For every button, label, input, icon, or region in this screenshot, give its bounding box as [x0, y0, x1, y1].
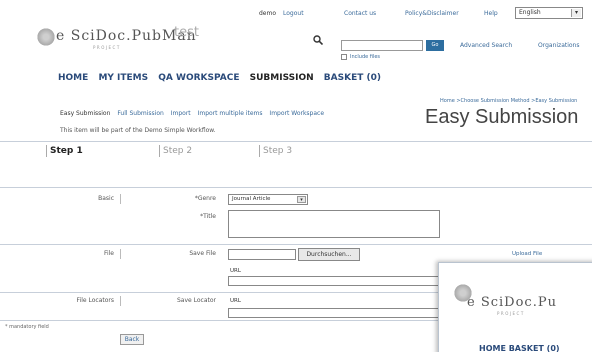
step-1: Step 1	[50, 146, 83, 156]
subnav-import-multiple[interactable]: Import multiple items	[198, 110, 263, 117]
popup-window[interactable]: e SciDoc.Pu PROJECT HOME BASKET (0)	[438, 262, 592, 352]
popup-nav[interactable]: HOME BASKET (0)	[479, 344, 560, 352]
nav-qa-workspace[interactable]: QA WORKSPACE	[158, 73, 239, 83]
top-bar: demo Logout Contact us Policy&Disclaimer…	[0, 0, 592, 20]
column-separator	[120, 194, 121, 204]
logo-subtitle: PROJECT	[93, 45, 121, 50]
instance-label: test	[174, 25, 199, 40]
search-icon[interactable]	[313, 35, 323, 45]
file-locators-label: File Locators	[76, 297, 114, 304]
mandatory-note: * mandatory field	[5, 324, 49, 330]
user-name: demo	[259, 10, 277, 17]
file-section-label: File	[103, 250, 114, 257]
divider	[0, 244, 592, 245]
subnav-easy-submission[interactable]: Easy Submission	[60, 110, 110, 117]
nav-basket[interactable]: BASKET (0)	[324, 73, 381, 83]
policy-link[interactable]: Policy&Disclaimer	[405, 10, 459, 17]
divider	[0, 187, 592, 188]
contact-link[interactable]: Contact us	[344, 10, 376, 17]
breadcrumb[interactable]: Home >Choose Submission Method >Easy Sub…	[440, 98, 577, 104]
language-value: English	[519, 9, 541, 16]
popup-logo-subtitle: PROJECT	[497, 311, 525, 316]
file-url-input[interactable]	[228, 276, 440, 286]
divider	[0, 141, 592, 142]
language-select[interactable]: English ▾	[515, 7, 583, 19]
page-title: Easy Submission	[425, 106, 579, 128]
file-path-input[interactable]	[228, 249, 296, 260]
subnav-import[interactable]: Import	[171, 110, 191, 117]
browse-button[interactable]: Durchsuchen...	[298, 248, 360, 261]
step-separator	[259, 145, 260, 157]
step-3: Step 3	[263, 146, 293, 156]
help-link[interactable]: Help	[484, 10, 498, 17]
locator-url-input[interactable]	[228, 308, 440, 318]
include-files-checkbox[interactable]	[341, 54, 347, 60]
organizations-link[interactable]: Organizations	[538, 42, 579, 49]
title-textarea[interactable]	[228, 210, 440, 238]
workflow-description: This item will be part of the Demo Simpl…	[60, 127, 216, 134]
nav-my-items[interactable]: MY ITEMS	[98, 73, 148, 83]
main-nav: HOME MY ITEMS QA WORKSPACE SUBMISSION BA…	[58, 73, 388, 83]
search-go-button[interactable]: Go	[426, 40, 444, 51]
advanced-search-link[interactable]: Advanced Search	[460, 42, 512, 49]
subnav-full-submission[interactable]: Full Submission	[117, 110, 164, 117]
genre-value: Journal Article	[232, 196, 271, 202]
logo-icon	[36, 27, 56, 47]
step-separator	[159, 145, 160, 157]
basic-section-label: Basic	[98, 195, 114, 202]
back-button[interactable]: Back	[120, 334, 144, 345]
include-files-label: Include files	[350, 54, 381, 60]
chevron-down-icon: ▾	[297, 196, 306, 203]
step-separator	[46, 145, 47, 157]
genre-label: *Genre	[194, 195, 216, 202]
search-input[interactable]	[341, 40, 423, 51]
sub-nav: Easy Submission Full Submission Import I…	[60, 110, 329, 117]
column-separator	[120, 249, 121, 259]
popup-logo: e SciDoc.Pu	[467, 295, 557, 310]
title-label: *Title	[200, 213, 216, 220]
nav-submission[interactable]: SUBMISSION	[250, 73, 314, 83]
locator-url-label: URL	[230, 298, 241, 304]
subnav-import-workspace[interactable]: Import Workspace	[269, 110, 324, 117]
chevron-down-icon: ▾	[571, 9, 581, 17]
logout-link[interactable]: Logout	[283, 10, 304, 17]
url-label: URL	[230, 268, 241, 274]
upload-file-link[interactable]: Upload File	[512, 251, 542, 257]
nav-home[interactable]: HOME	[58, 73, 88, 83]
column-separator	[120, 296, 121, 306]
genre-select[interactable]: Journal Article ▾	[228, 194, 308, 205]
save-locator-label: Save Locator	[176, 297, 216, 304]
save-file-label: Save File	[189, 250, 216, 257]
step-2: Step 2	[163, 146, 193, 156]
